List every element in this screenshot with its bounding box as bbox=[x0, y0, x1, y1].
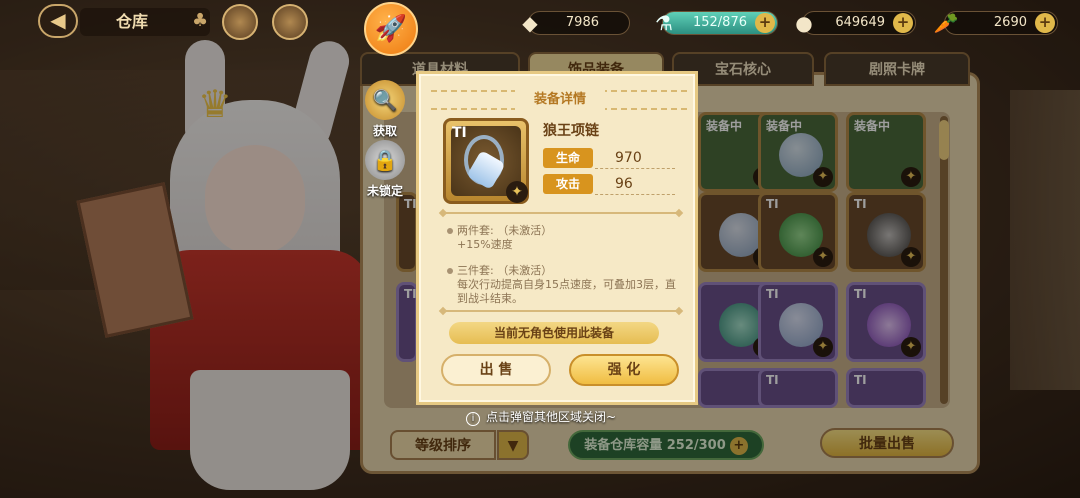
purple-crystal-icon: ◆ bbox=[522, 11, 538, 35]
set-bonus-3-desc: 每次行动提高自身15点速度，可叠加3层，直到战斗结束。 bbox=[457, 278, 676, 305]
crystal-value: 7986 bbox=[565, 15, 599, 30]
page-title: 仓库 bbox=[80, 8, 210, 36]
top-bar: ◀ 仓库 ♣ 🚀 ◆ 7986 ⚗ 152/876 + ● 649649 + 🥕… bbox=[0, 0, 1080, 56]
sell-button[interactable]: 出 售 bbox=[441, 354, 551, 386]
info-icon: i bbox=[466, 412, 480, 426]
stat-value: 970 bbox=[615, 150, 642, 166]
acquire-button[interactable]: 🔍 获取 bbox=[362, 80, 408, 139]
tier-label: TI bbox=[452, 125, 467, 141]
set-bonus-2-desc: +15%速度 bbox=[457, 238, 513, 251]
star-icon: ✦ bbox=[506, 181, 528, 203]
back-button[interactable]: ◀ bbox=[38, 4, 78, 38]
lock-icon: 🔒 bbox=[365, 140, 405, 180]
item-name: 狼王项链 bbox=[543, 123, 599, 139]
modal-title: 装备详情 bbox=[515, 89, 605, 111]
lock-toggle-button[interactable]: 🔒 未锁定 bbox=[362, 140, 408, 199]
close-hint: i 点击弹窗其他区域关闭~ bbox=[466, 408, 616, 426]
add-energy-button[interactable]: + bbox=[755, 13, 775, 33]
section-divider bbox=[443, 310, 679, 312]
resource-crystal: ◆ 7986 bbox=[522, 11, 630, 35]
rocket-button[interactable]: 🚀 bbox=[364, 2, 418, 56]
set-bonus-title: 三件套: （未激活） bbox=[457, 264, 553, 277]
potion-icon: ⚗ bbox=[655, 11, 673, 35]
bullet-icon bbox=[447, 268, 453, 274]
resource-energy: ⚗ 152/876 + bbox=[655, 11, 778, 35]
acquire-label: 获取 bbox=[372, 124, 397, 138]
enhance-button[interactable]: 强 化 bbox=[569, 354, 679, 386]
stat-row-attack: 攻击 96 bbox=[543, 174, 675, 196]
section-divider bbox=[443, 212, 679, 214]
add-coins-button[interactable]: + bbox=[893, 13, 913, 33]
lock-status-label: 未锁定 bbox=[366, 184, 403, 198]
set-bonus-title: 两件套: （未激活） bbox=[457, 224, 553, 237]
close-hint-text: 点击弹窗其他区域关闭~ bbox=[486, 410, 617, 424]
carrots-value: 2690 bbox=[993, 15, 1027, 30]
resource-coins: ● 649649 + bbox=[795, 11, 916, 35]
equipment-detail-modal: 装备详情 TI ✦ 狼王项链 生命 970 攻击 96 两件套: （未激活） +… bbox=[416, 71, 698, 405]
bullet-icon bbox=[447, 228, 453, 234]
coins-value: 649649 bbox=[835, 15, 885, 30]
clover-icon: ♣ bbox=[192, 10, 209, 31]
stat-divider bbox=[595, 168, 675, 169]
usage-notice: 当前无角色使用此装备 bbox=[449, 322, 659, 344]
carrot-icon: 🥕 bbox=[933, 11, 959, 35]
set-bonus-3-title: 三件套: （未激活） bbox=[447, 262, 552, 278]
add-carrots-button[interactable]: + bbox=[1035, 13, 1055, 33]
energy-value: 152/876 bbox=[692, 15, 747, 30]
stat-divider bbox=[595, 194, 675, 195]
book-icon[interactable] bbox=[272, 4, 308, 40]
stat-label: 生命 bbox=[543, 148, 593, 168]
compass-icon[interactable] bbox=[222, 4, 258, 40]
rocket-icon: 🚀 bbox=[374, 14, 408, 44]
magnifier-icon: 🔍 bbox=[365, 80, 405, 120]
item-icon-frame: TI ✦ bbox=[443, 118, 529, 204]
coin-icon: ● bbox=[795, 11, 813, 35]
back-arrow-icon: ◀ bbox=[50, 8, 66, 32]
stat-value: 96 bbox=[615, 176, 633, 192]
stat-label: 攻击 bbox=[543, 174, 593, 194]
resource-carrots: 🥕 2690 + bbox=[934, 11, 1058, 35]
stat-row-hp: 生命 970 bbox=[543, 148, 675, 170]
set-bonus-2-title: 两件套: （未激活） bbox=[447, 222, 552, 238]
